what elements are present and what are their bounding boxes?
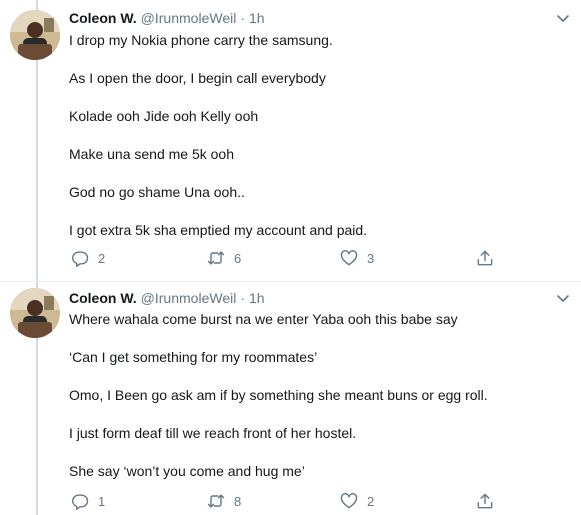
avatar[interactable] bbox=[10, 10, 60, 60]
tweet-text-line: Omo, I Been go ask am if by something sh… bbox=[69, 387, 488, 403]
tweet-feed: Coleon W. @IrunmoleWeil · 1h I drop my Noki… bbox=[0, 0, 581, 515]
tweet-text-line: I drop my Nokia phone carry the samsung. bbox=[69, 32, 333, 48]
tweet-actions: 2 6 3 bbox=[60, 246, 581, 270]
tweet-text-line: Make una send me 5k ooh bbox=[69, 146, 234, 162]
header-separator: · bbox=[240, 10, 245, 26]
like-button[interactable]: 3 bbox=[339, 246, 374, 270]
tweet-text-line: She say ‘won’t you come and hug me’ bbox=[69, 463, 305, 479]
chevron-down-icon[interactable] bbox=[555, 10, 571, 26]
share-icon bbox=[477, 250, 493, 266]
retweet-icon bbox=[207, 251, 225, 265]
like-count: 2 bbox=[367, 493, 375, 509]
tweet-timestamp[interactable]: 1h bbox=[249, 10, 265, 26]
chevron-down-icon[interactable] bbox=[555, 290, 571, 306]
header-separator: · bbox=[240, 290, 245, 306]
reply-icon bbox=[72, 494, 89, 511]
retweet-count: 8 bbox=[234, 493, 242, 509]
retweet-count: 6 bbox=[234, 250, 242, 266]
tweet-text-line: I got extra 5k sha emptied my account an… bbox=[69, 222, 368, 238]
reply-icon bbox=[72, 251, 89, 268]
tweet-timestamp[interactable]: 1h bbox=[249, 290, 265, 306]
heart-icon bbox=[340, 250, 358, 266]
reply-count: 1 bbox=[98, 493, 106, 509]
author-handle[interactable]: @IrunmoleWeil bbox=[141, 10, 237, 26]
author-handle[interactable]: @IrunmoleWeil bbox=[141, 290, 237, 306]
tweet[interactable]: Coleon W. @IrunmoleWeil · 1h I drop my Noki… bbox=[0, 0, 581, 282]
like-button[interactable]: 2 bbox=[339, 489, 374, 513]
author-name[interactable]: Coleon W. bbox=[69, 290, 137, 306]
share-icon bbox=[477, 493, 493, 509]
tweet-text-line: I just form deaf till we reach front of … bbox=[69, 425, 357, 441]
heart-icon bbox=[340, 493, 358, 509]
tweet-header: Coleon W. @IrunmoleWeil · 1h bbox=[69, 288, 265, 308]
tweet-text-line: As I open the door, I begin call everybo… bbox=[69, 70, 326, 86]
like-count: 3 bbox=[367, 250, 375, 266]
avatar[interactable] bbox=[10, 288, 60, 338]
retweet-icon bbox=[207, 494, 225, 508]
author-name[interactable]: Coleon W. bbox=[69, 10, 137, 26]
share-button[interactable] bbox=[475, 246, 495, 270]
tweet-text-line: Where wahala come burst na we enter Yaba… bbox=[69, 311, 458, 327]
share-button[interactable] bbox=[475, 489, 495, 513]
tweet-header: Coleon W. @IrunmoleWeil · 1h bbox=[69, 8, 265, 28]
tweet-text-line: ‘Can I get something for my roommates’ bbox=[69, 349, 318, 365]
tweet-text-line: Kolade ooh Jide ooh Kelly ooh bbox=[69, 108, 259, 124]
tweet-text-line: God no go shame Una ooh.. bbox=[69, 184, 245, 200]
retweet-button[interactable]: 6 bbox=[206, 246, 241, 270]
retweet-button[interactable]: 8 bbox=[206, 489, 241, 513]
tweet[interactable]: Coleon W. @IrunmoleWeil · 1h Where wahala c… bbox=[0, 282, 581, 515]
reply-button[interactable]: 1 bbox=[70, 489, 105, 513]
reply-button[interactable]: 2 bbox=[70, 246, 105, 270]
tweet-actions: 1 8 2 bbox=[60, 489, 581, 513]
reply-count: 2 bbox=[98, 250, 106, 266]
